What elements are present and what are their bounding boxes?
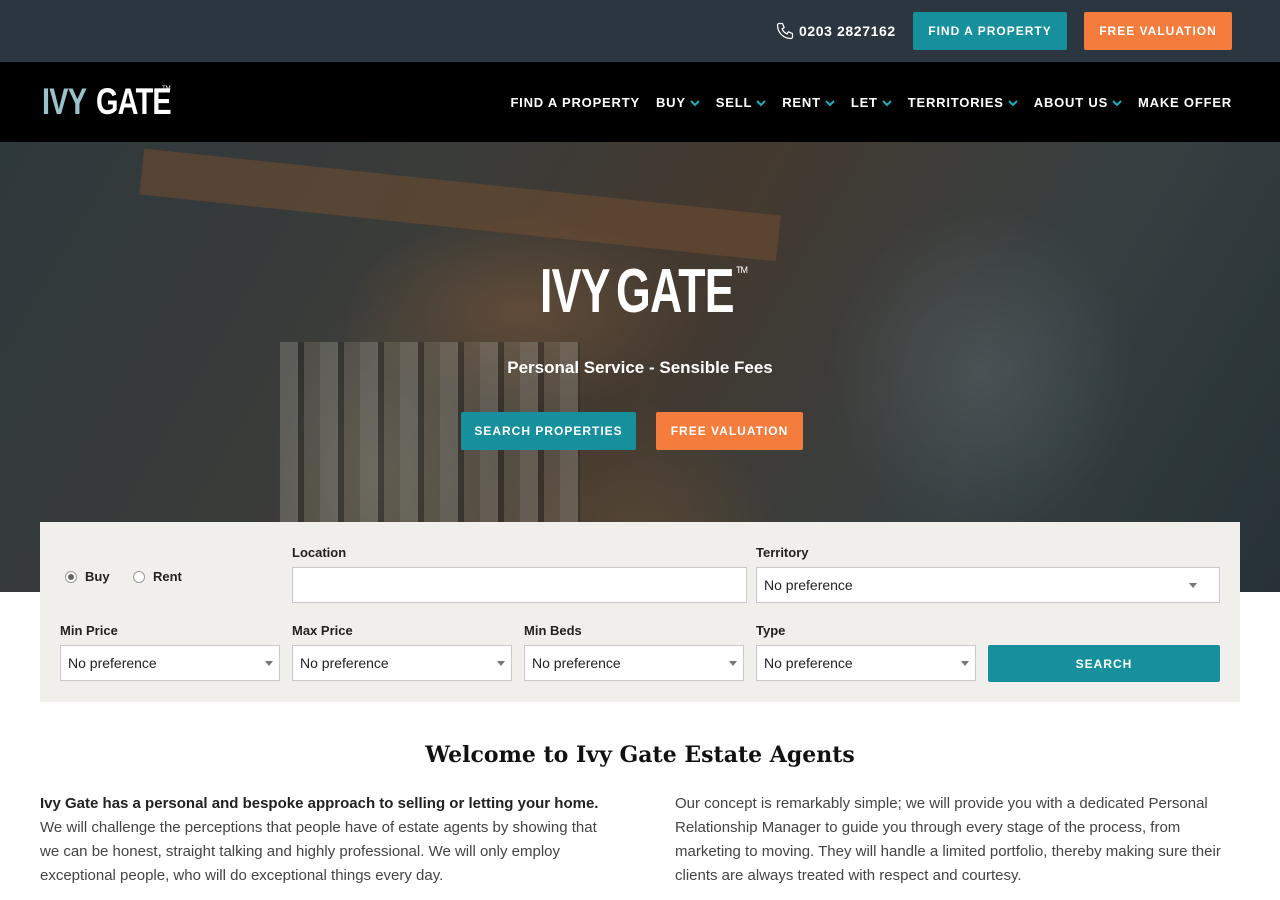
chevron-down-icon: [1008, 99, 1018, 106]
main-navbar: IVY GATE TM FIND A PROPERTY BUY SELL REN…: [0, 62, 1280, 142]
radio-buy[interactable]: Buy: [65, 569, 110, 584]
max-price-select[interactable]: No preference: [292, 645, 512, 681]
location-input[interactable]: [292, 567, 747, 603]
max-price-select-value: No preference: [300, 655, 389, 671]
type-select-value: No preference: [764, 655, 853, 671]
hero-logo-gate: GATE: [616, 257, 735, 326]
min-beds-label: Min Beds: [524, 623, 582, 638]
radio-buy-label: Buy: [85, 569, 110, 584]
radio-rent-indicator[interactable]: [133, 570, 145, 583]
hero-logo: IVY GATE TM: [540, 257, 748, 326]
search-button[interactable]: SEARCH: [988, 645, 1220, 682]
min-price-label: Min Price: [60, 623, 118, 638]
radio-rent[interactable]: Rent: [133, 569, 182, 584]
top-utility-bar: 0203 2827162 FIND A PROPERTY FREE VALUAT…: [0, 0, 1280, 62]
location-label: Location: [292, 545, 347, 560]
radio-rent-label: Rent: [153, 569, 182, 584]
site-logo[interactable]: IVY GATE TM: [42, 81, 172, 122]
chevron-down-icon: [690, 99, 700, 106]
nav-item-territories[interactable]: TERRITORIES: [908, 95, 1018, 110]
welcome-left-column: Ivy Gate has a personal and bespoke appr…: [40, 792, 610, 888]
dropdown-arrow-icon: [1189, 583, 1197, 588]
max-price-label: Max Price: [292, 623, 353, 638]
phone-link[interactable]: 0203 2827162: [775, 21, 896, 41]
nav-item-let[interactable]: LET: [851, 95, 892, 110]
nav-item-make-offer[interactable]: MAKE OFFER: [1138, 95, 1232, 110]
type-label: Type: [756, 623, 786, 638]
min-price-select[interactable]: No preference: [60, 645, 280, 681]
territory-label: Territory: [756, 545, 809, 560]
phone-number: 0203 2827162: [799, 23, 896, 39]
welcome-heading: Welcome to Ivy Gate Estate Agents: [425, 742, 855, 768]
nav-item-label: BUY: [655, 95, 686, 110]
hero-free-valuation-button[interactable]: FREE VALUATION: [656, 412, 803, 450]
territory-select[interactable]: No preference: [756, 567, 1220, 603]
find-property-button[interactable]: FIND A PROPERTY: [913, 12, 1067, 50]
logo-gate-text: GATE: [96, 81, 172, 122]
welcome-right-column: Our concept is remarkably simple; we wil…: [675, 795, 1221, 884]
nav-item-label: ABOUT US: [1033, 95, 1109, 110]
min-beds-select[interactable]: No preference: [524, 645, 744, 681]
property-search-panel: Buy Rent Location Territory No preferenc…: [40, 522, 1240, 702]
nav-item-label: LET: [850, 95, 878, 110]
min-beds-select-value: No preference: [532, 655, 621, 671]
chevron-down-icon: [1112, 99, 1122, 106]
hero-logo-trademark: TM: [736, 265, 748, 275]
nav-item-find-a-property[interactable]: FIND A PROPERTY: [510, 95, 640, 110]
nav-item-label: MAKE OFFER: [1138, 95, 1232, 110]
welcome-lead-text: Ivy Gate has a personal and bespoke appr…: [40, 795, 599, 812]
nav-item-buy[interactable]: BUY: [656, 95, 700, 110]
dropdown-arrow-icon: [961, 661, 969, 666]
min-price-select-value: No preference: [68, 655, 157, 671]
free-valuation-button[interactable]: FREE VALUATION: [1084, 12, 1232, 50]
dropdown-arrow-icon: [265, 661, 273, 666]
type-select[interactable]: No preference: [756, 645, 976, 681]
radio-buy-indicator[interactable]: [65, 570, 77, 583]
nav-item-label: FIND A PROPERTY: [510, 95, 640, 110]
nav-item-label: RENT: [782, 95, 821, 110]
chevron-down-icon: [825, 99, 835, 106]
hero-logo-ivy: IVY: [540, 257, 611, 326]
hero-tagline: Personal Service - Sensible Fees: [507, 358, 773, 377]
dropdown-arrow-icon: [729, 661, 737, 666]
nav-item-rent[interactable]: RENT: [782, 95, 835, 110]
nav-item-sell[interactable]: SELL: [716, 95, 766, 110]
nav-item-about-us[interactable]: ABOUT US: [1034, 95, 1122, 110]
chevron-down-icon: [882, 99, 892, 106]
nav-item-label: SELL: [715, 95, 753, 110]
territory-select-value: No preference: [764, 577, 853, 593]
welcome-left-body: We will challenge the perceptions that p…: [40, 819, 597, 884]
dropdown-arrow-icon: [497, 661, 505, 666]
nav-item-label: TERRITORIES: [907, 95, 1004, 110]
chevron-down-icon: [756, 99, 766, 106]
logo-ivy-text: IVY: [42, 81, 87, 122]
phone-icon: [776, 22, 794, 40]
search-properties-button[interactable]: SEARCH PROPERTIES: [461, 412, 636, 450]
main-nav: FIND A PROPERTY BUY SELL RENT LET TERRIT…: [494, 95, 1232, 110]
